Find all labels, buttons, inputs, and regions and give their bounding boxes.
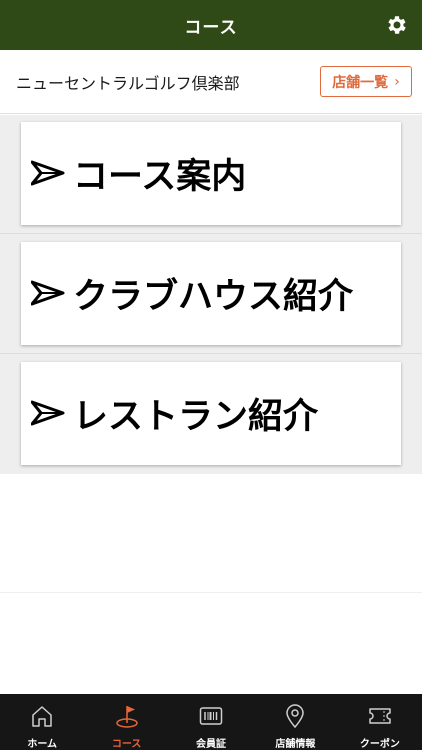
golf-flag-icon xyxy=(115,706,138,728)
store-name: ニューセントラルゴルフ倶楽部 xyxy=(16,74,240,93)
barcode-icon xyxy=(199,707,223,725)
settings-button[interactable] xyxy=(382,10,412,40)
tab-store-info[interactable]: 店舗情報 xyxy=(253,694,337,750)
chevron-right-icon: › xyxy=(394,73,400,90)
tab-course[interactable]: コース xyxy=(84,694,168,750)
tab-label: 会員証 xyxy=(196,739,227,750)
menu-card-course-guide[interactable]: コース案内 xyxy=(21,122,401,225)
store-list-label: 店舗一覧 xyxy=(332,74,389,91)
store-list-button[interactable]: 店舗一覧 › xyxy=(320,66,412,97)
menu-area: コース案内 クラブハウス紹介 レストラン紹介 xyxy=(0,115,422,474)
tab-label: ホーム xyxy=(27,739,58,750)
tab-label: 店舗情報 xyxy=(275,739,316,750)
menu-card-clubhouse[interactable]: クラブハウス紹介 xyxy=(21,242,401,345)
menu-card-label: レストラン紹介 xyxy=(73,397,319,437)
arrow-right-icon xyxy=(31,400,65,426)
arrow-right-icon xyxy=(31,280,65,306)
menu-card-label: コース案内 xyxy=(73,157,247,197)
location-pin-icon xyxy=(286,704,305,729)
store-bar: ニューセントラルゴルフ倶楽部 店舗一覧 › xyxy=(0,50,422,114)
page-title: コース xyxy=(184,17,238,38)
tab-label: コース xyxy=(111,739,142,750)
divider xyxy=(0,353,422,354)
divider xyxy=(0,592,422,593)
home-icon xyxy=(32,706,52,727)
tab-bar: ホーム コース 会員証 店舗情報 クーポン xyxy=(0,694,422,750)
app-header: コース xyxy=(0,0,422,50)
menu-card-label: クラブハウス紹介 xyxy=(73,277,354,317)
menu-card-restaurant[interactable]: レストラン紹介 xyxy=(21,362,401,465)
arrow-right-icon xyxy=(31,160,65,186)
tab-coupon[interactable]: クーポン xyxy=(338,694,422,750)
tab-label: クーポン xyxy=(359,739,400,750)
divider xyxy=(0,233,422,234)
ticket-icon xyxy=(369,708,391,724)
tab-membership[interactable]: 会員証 xyxy=(169,694,253,750)
gear-icon xyxy=(388,16,406,34)
tab-home[interactable]: ホーム xyxy=(0,694,84,750)
